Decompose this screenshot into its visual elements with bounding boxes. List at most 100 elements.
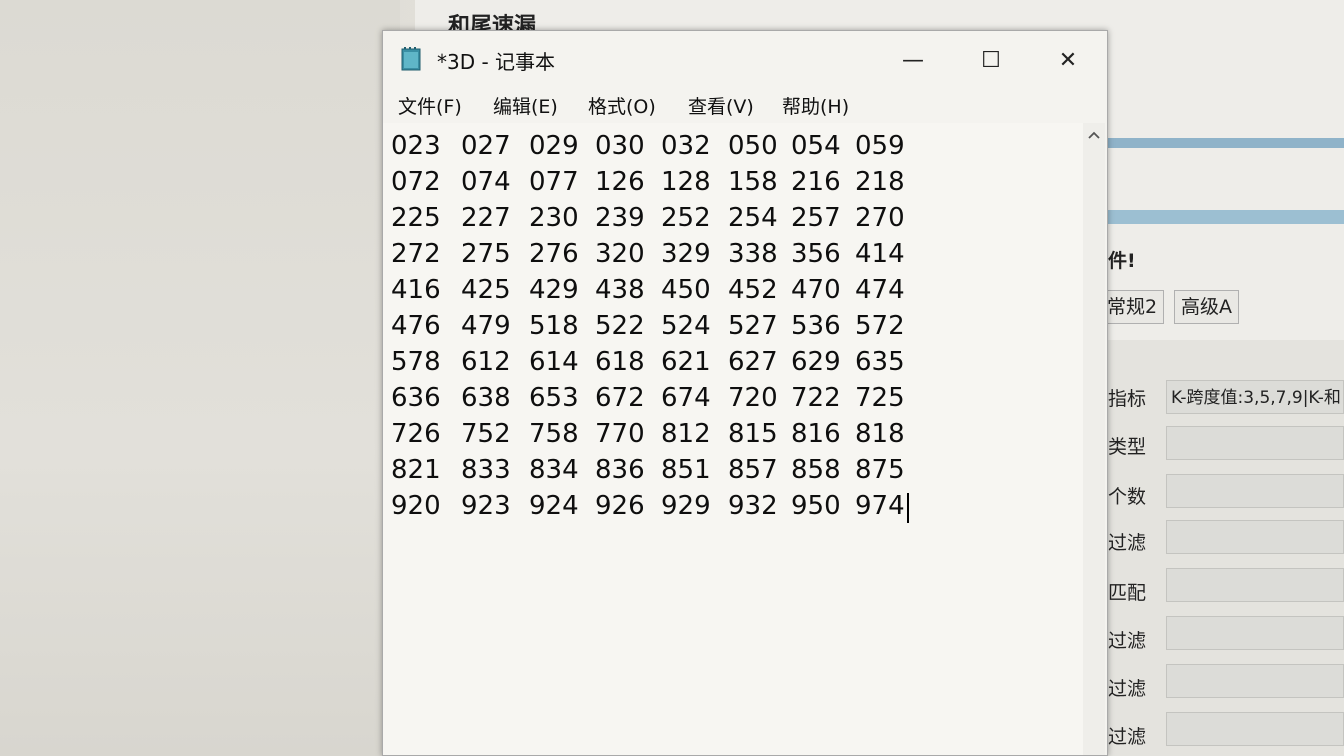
setting-label: 类型 [1108, 436, 1147, 458]
number-value: 932 [728, 491, 778, 521]
window-title: *3D - 记事本 [437, 50, 556, 74]
number-value: 254 [728, 203, 778, 233]
number-value: 527 [728, 311, 778, 341]
setting-label: 个数 [1108, 486, 1147, 508]
number-value: 218 [855, 167, 905, 197]
number-value: 029 [529, 131, 579, 161]
number-value: 416 [391, 275, 441, 305]
background-header-bar [1106, 138, 1344, 148]
number-value: 522 [595, 311, 645, 341]
number-value: 815 [728, 419, 778, 449]
number-value: 438 [595, 275, 645, 305]
setting-label: 过滤 [1108, 678, 1147, 700]
number-value: 425 [461, 275, 511, 305]
setting-field[interactable] [1166, 616, 1344, 650]
number-value: 636 [391, 383, 441, 413]
number-value: 329 [661, 239, 711, 269]
vertical-scrollbar[interactable] [1083, 123, 1105, 755]
notepad-icon [400, 46, 424, 72]
number-value: 752 [461, 419, 511, 449]
number-value: 858 [791, 455, 841, 485]
number-value: 674 [661, 383, 711, 413]
menu-format[interactable]: 格式(O) [588, 91, 656, 123]
number-value: 720 [728, 383, 778, 413]
number-value: 054 [791, 131, 841, 161]
setting-field[interactable]: K-跨度值:3,5,7,9|K-和 [1166, 380, 1344, 414]
number-value: 032 [661, 131, 711, 161]
desk-background [0, 0, 400, 756]
number-value: 476 [391, 311, 441, 341]
number-value: 158 [728, 167, 778, 197]
number-value: 050 [728, 131, 778, 161]
menu-edit[interactable]: 编辑(E) [493, 91, 558, 123]
number-value: 612 [461, 347, 511, 377]
setting-field[interactable] [1166, 426, 1344, 460]
number-value: 614 [529, 347, 579, 377]
close-button[interactable]: ✕ [1040, 41, 1096, 81]
tab-advanced-a[interactable]: 高级A [1174, 290, 1239, 324]
number-value: 725 [855, 383, 905, 413]
setting-field[interactable] [1166, 520, 1344, 554]
number-value: 812 [661, 419, 711, 449]
number-value: 074 [461, 167, 511, 197]
menu-file[interactable]: 文件(F) [398, 91, 462, 123]
number-value: 270 [855, 203, 905, 233]
number-value: 857 [728, 455, 778, 485]
number-value: 536 [791, 311, 841, 341]
number-value: 126 [595, 167, 645, 197]
number-value: 450 [661, 275, 711, 305]
number-value: 027 [461, 131, 511, 161]
number-value: 023 [391, 131, 441, 161]
number-value: 338 [728, 239, 778, 269]
number-value: 929 [661, 491, 711, 521]
number-value: 059 [855, 131, 905, 161]
number-value: 851 [661, 455, 711, 485]
number-value: 578 [391, 347, 441, 377]
setting-label: 指标 [1108, 388, 1147, 410]
number-value: 356 [791, 239, 841, 269]
number-value: 638 [461, 383, 511, 413]
number-value: 627 [728, 347, 778, 377]
number-value: 653 [529, 383, 579, 413]
number-value: 816 [791, 419, 841, 449]
tab-general-2[interactable]: 常规2 [1100, 290, 1165, 324]
number-value: 833 [461, 455, 511, 485]
number-value: 672 [595, 383, 645, 413]
menu-help[interactable]: 帮助(H) [782, 91, 849, 123]
number-value: 257 [791, 203, 841, 233]
number-value: 479 [461, 311, 511, 341]
number-value: 216 [791, 167, 841, 197]
maximize-button[interactable]: ☐ [963, 41, 1019, 81]
number-value: 770 [595, 419, 645, 449]
number-value: 920 [391, 491, 441, 521]
menu-bar: 文件(F) 编辑(E) 格式(O) 查看(V) 帮助(H) [383, 91, 1107, 123]
number-value: 923 [461, 491, 511, 521]
menu-view[interactable]: 查看(V) [688, 91, 754, 123]
number-value: 414 [855, 239, 905, 269]
background-notice-text: 件! [1108, 250, 1136, 272]
number-value: 635 [855, 347, 905, 377]
setting-field[interactable] [1166, 474, 1344, 508]
number-value: 629 [791, 347, 841, 377]
number-value: 618 [595, 347, 645, 377]
scroll-up-arrow-icon[interactable] [1086, 127, 1102, 143]
setting-field[interactable] [1166, 712, 1344, 746]
number-value: 227 [461, 203, 511, 233]
number-value: 621 [661, 347, 711, 377]
number-value: 818 [855, 419, 905, 449]
title-bar[interactable]: *3D - 记事本 — ☐ ✕ [383, 31, 1107, 91]
number-value: 836 [595, 455, 645, 485]
number-value: 470 [791, 275, 841, 305]
setting-field[interactable] [1166, 664, 1344, 698]
number-value: 275 [461, 239, 511, 269]
text-editor[interactable]: 023 027 029 030 032 050 054 059 072 074 077 126 128 1… [383, 123, 1083, 755]
number-value: 239 [595, 203, 645, 233]
setting-field[interactable] [1166, 568, 1344, 602]
number-value: 875 [855, 455, 905, 485]
number-value: 834 [529, 455, 579, 485]
number-value: 572 [855, 311, 905, 341]
minimize-button[interactable]: — [885, 41, 941, 81]
number-value: 821 [391, 455, 441, 485]
number-value: 452 [728, 275, 778, 305]
text-caret [907, 493, 909, 523]
